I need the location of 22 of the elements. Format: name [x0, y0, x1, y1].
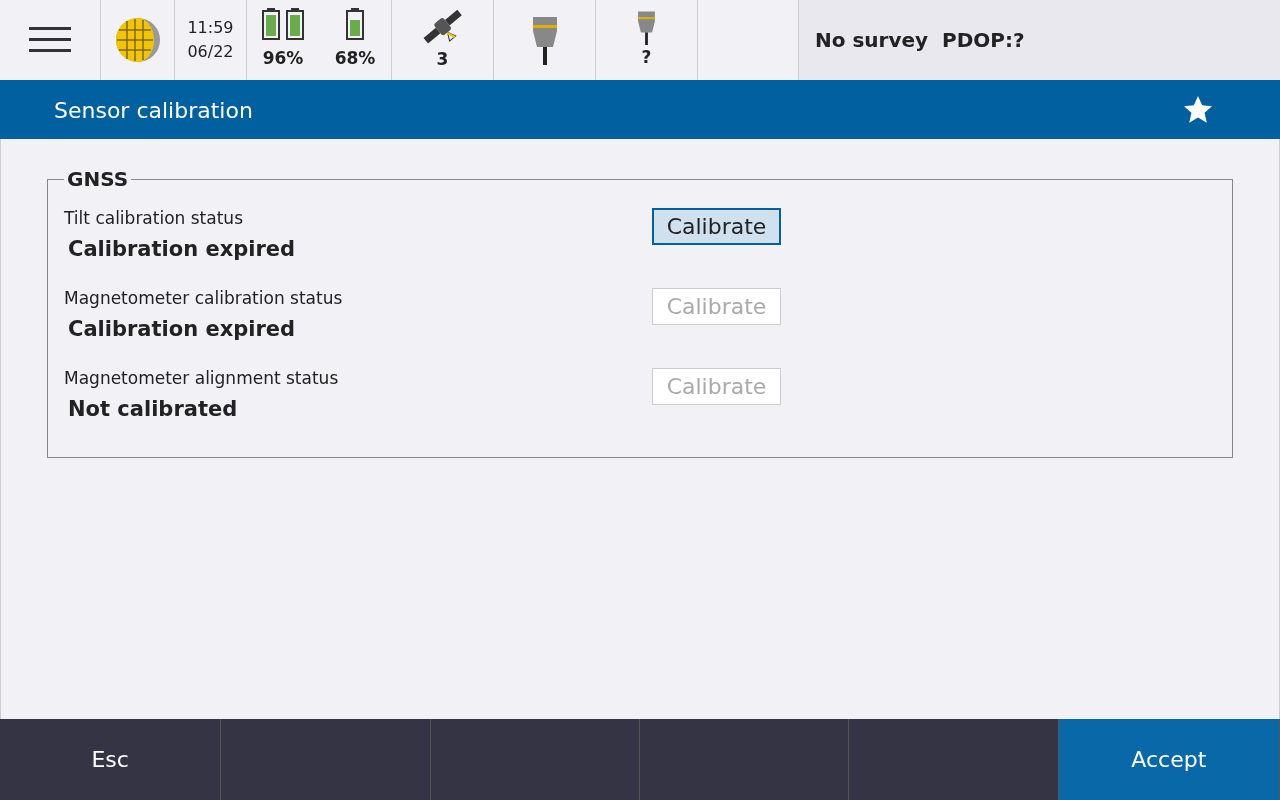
status-value: Calibration expired: [68, 236, 297, 262]
survey-status[interactable]: No survey PDOP:?: [799, 0, 1280, 80]
receiver-status: ?: [641, 45, 652, 69]
clock-time: 11:59: [187, 17, 234, 39]
battery-reading: 68%: [334, 47, 376, 71]
status-value: Not calibrated: [68, 396, 239, 422]
menu-icon[interactable]: [29, 26, 71, 54]
globe-icon[interactable]: [114, 17, 161, 63]
status-label: Tilt calibration status: [64, 208, 244, 228]
accept-button[interactable]: Accept: [1058, 719, 1280, 800]
receiver-icon[interactable]: [636, 9, 657, 45]
escape-button[interactable]: Esc: [0, 719, 222, 800]
status-label: Magnetometer alignment status: [64, 368, 340, 388]
page-title: Sensor calibration: [54, 96, 253, 125]
satellite-count: 3: [436, 48, 449, 72]
status-value: Calibration expired: [68, 316, 297, 342]
battery-icon: [345, 8, 365, 41]
status-label: Magnetometer calibration status: [64, 288, 344, 308]
clock-date: 06/22: [187, 41, 234, 63]
battery-reading: 96%: [262, 47, 304, 71]
calibrate-button[interactable]: Calibrate: [652, 208, 781, 245]
battery-icon: [261, 8, 305, 41]
